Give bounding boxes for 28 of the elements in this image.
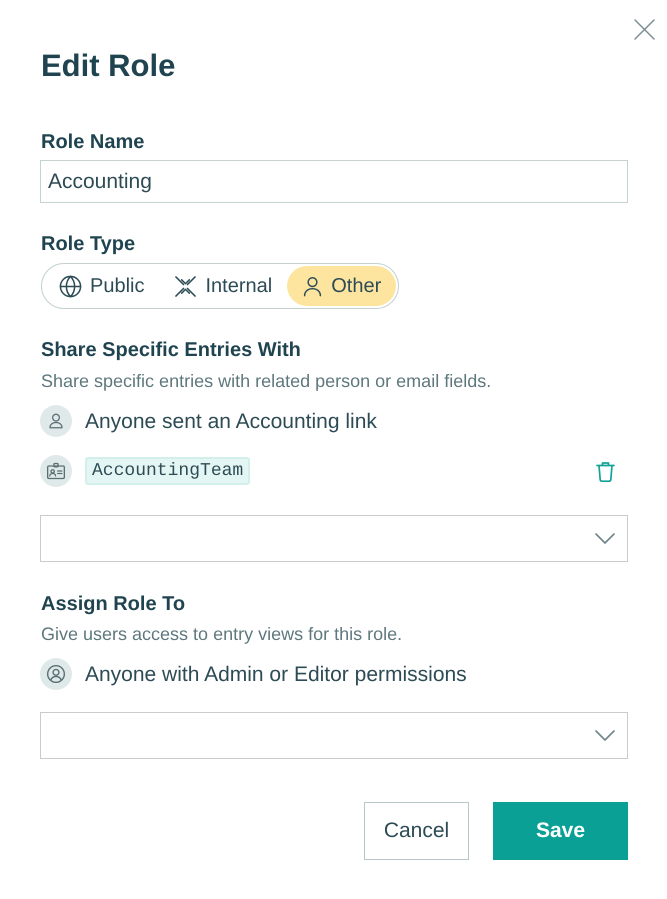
- role-type-option[interactable]: Internal: [159, 266, 288, 306]
- close-icon: [634, 19, 655, 40]
- role-type-option[interactable]: Public: [44, 266, 160, 306]
- section-description: Give users access to entry views for this role.: [40, 623, 404, 645]
- dialog-title: Edit Role: [40, 48, 176, 84]
- field-label: Role Type: [40, 232, 136, 256]
- person-icon: [40, 405, 72, 437]
- section-description: Share specific entries with related person or email fields.: [40, 370, 492, 392]
- entry-text: Anyone sent an Accounting link: [85, 408, 377, 434]
- field-label: Role Name: [40, 130, 146, 154]
- role-name-input[interactable]: Accounting: [40, 160, 628, 203]
- dropdown-select[interactable]: [40, 712, 628, 759]
- chevron-down-icon: [595, 533, 615, 544]
- globe-icon: [59, 274, 82, 298]
- section-heading: Share Specific Entries With: [40, 338, 302, 362]
- delete-button[interactable]: [595, 460, 616, 482]
- chevron-down-icon: [595, 730, 615, 741]
- id-card-icon: [40, 455, 72, 487]
- role-type-option[interactable]: Other: [287, 266, 396, 306]
- entry-text: Anyone with Admin or Editor permissions: [85, 662, 467, 686]
- person-icon: [302, 276, 324, 296]
- close-button[interactable]: [634, 19, 655, 40]
- crossed-arrows-icon: [174, 274, 198, 298]
- section-heading: Assign Role To: [40, 592, 186, 616]
- dropdown-select[interactable]: [40, 515, 628, 562]
- cancel-button[interactable]: Cancel: [364, 802, 469, 860]
- field-tag: AccountingTeam: [85, 457, 250, 485]
- trash-icon: [596, 460, 615, 482]
